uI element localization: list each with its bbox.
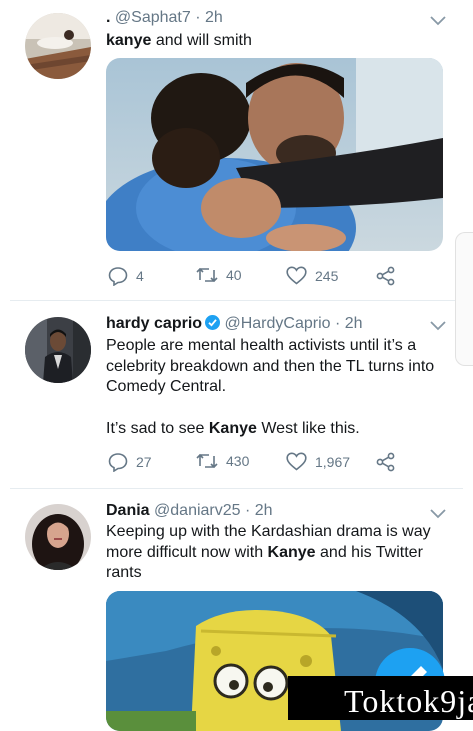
- tweet-text-paragraph-2: It’s sad to see Kanye West like this.: [106, 419, 436, 440]
- reply-icon: [108, 453, 128, 472]
- reply-count: 4: [136, 268, 144, 284]
- username[interactable]: @HardyCaprio: [224, 315, 330, 332]
- reply-button[interactable]: 4: [108, 266, 144, 286]
- share-button[interactable]: [376, 266, 396, 286]
- tweet-1[interactable]: . @Saphat7 · 2h kanye and will smith 4 4…: [0, 0, 473, 300]
- retweet-button[interactable]: 430: [196, 452, 249, 470]
- highlight-text: Kanye: [267, 543, 316, 561]
- tweet-photo[interactable]: [106, 58, 443, 251]
- timestamp[interactable]: · 2h: [335, 315, 363, 332]
- like-count: 245: [315, 267, 339, 284]
- avatar[interactable]: [25, 317, 91, 383]
- tweet-2[interactable]: hardy caprio @HardyCaprio · 2h People ar…: [0, 301, 473, 488]
- like-count: 1,967: [315, 453, 351, 470]
- highlight-text: kanye: [106, 32, 152, 49]
- reply-button[interactable]: 27: [108, 452, 152, 472]
- username[interactable]: @Saphat7: [115, 9, 191, 26]
- timestamp[interactable]: · 2h: [195, 9, 223, 26]
- display-name[interactable]: .: [106, 9, 110, 26]
- username[interactable]: @daniarv25: [154, 502, 241, 519]
- timestamp[interactable]: · 2h: [245, 502, 273, 519]
- tweet-text-rest: and will smith: [151, 32, 252, 49]
- chevron-down-icon[interactable]: [430, 321, 446, 331]
- tweet-header: Dania @daniarv25 · 2h: [106, 502, 273, 520]
- chevron-down-icon[interactable]: [430, 16, 446, 26]
- highlight-text: Kanye: [208, 419, 257, 437]
- reply-count: 27: [136, 454, 152, 470]
- avatar[interactable]: [25, 504, 91, 570]
- heart-icon: [286, 266, 307, 285]
- tweet-text: kanye and will smith: [106, 31, 436, 52]
- tweet-text-paragraph-1: People are mental health activists until…: [106, 337, 435, 395]
- scrollbar[interactable]: [455, 232, 473, 366]
- retweet-icon: [196, 453, 218, 469]
- verified-badge-icon: [205, 315, 221, 330]
- retweet-button[interactable]: 40: [196, 266, 242, 284]
- retweet-icon: [196, 267, 218, 283]
- tweet-text: Keeping up with the Kardashian drama is …: [106, 522, 431, 584]
- like-button[interactable]: 1,967: [286, 452, 350, 471]
- retweet-count: 40: [226, 267, 242, 283]
- watermark: Toktok9ja: [288, 676, 473, 720]
- display-name[interactable]: Dania: [106, 502, 150, 519]
- avatar[interactable]: [25, 13, 91, 79]
- tweet-text-part: It’s sad to see: [106, 419, 209, 437]
- reply-icon: [108, 267, 128, 286]
- chevron-down-icon[interactable]: [430, 509, 446, 519]
- display-name[interactable]: hardy caprio: [106, 315, 202, 332]
- like-button[interactable]: 245: [286, 266, 338, 285]
- tweet-header: . @Saphat7 · 2h: [106, 9, 223, 27]
- share-icon: [376, 266, 395, 286]
- tweet-header: hardy caprio @HardyCaprio · 2h: [106, 315, 363, 333]
- retweet-count: 430: [226, 453, 250, 469]
- share-icon: [376, 452, 395, 472]
- heart-icon: [286, 452, 307, 471]
- share-button[interactable]: [376, 452, 396, 472]
- tweet-text-part: West like this.: [256, 419, 360, 437]
- tweet-text: People are mental health activists until…: [106, 336, 436, 439]
